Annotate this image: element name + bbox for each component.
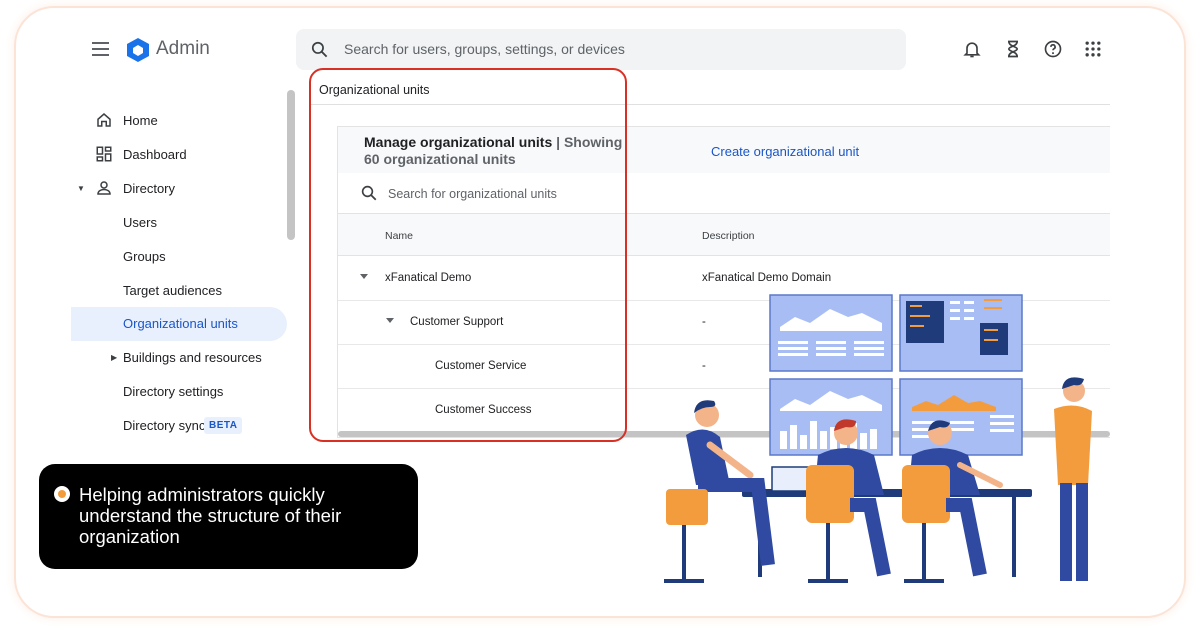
sidebar-item-label: Home — [123, 113, 158, 128]
search-placeholder: Search for users, groups, settings, or d… — [344, 41, 625, 57]
menu-icon[interactable] — [92, 42, 109, 56]
sidebar-item-label: Directory sync — [123, 418, 206, 433]
create-org-unit-link[interactable]: Create organizational unit — [711, 144, 859, 159]
sidebar-item-label: Buildings and resources — [123, 350, 262, 365]
admin-logo-icon — [127, 38, 149, 62]
monitor-wall — [769, 294, 1023, 456]
notifications-icon[interactable] — [962, 39, 982, 59]
global-search-input[interactable]: Search for users, groups, settings, or d… — [296, 29, 906, 70]
dashboard-icon — [96, 146, 112, 162]
caret-down-icon: ▼ — [77, 184, 85, 193]
sidebar-item-home[interactable]: Home — [71, 104, 287, 138]
sidebar-item-dashboard[interactable]: Dashboard — [71, 138, 287, 172]
sidebar-item-label: Directory — [123, 181, 176, 196]
person-icon — [97, 181, 111, 195]
sidebar-item-groups[interactable]: Groups — [71, 240, 287, 274]
feature-callout: Helping administrators quickly understan… — [39, 464, 418, 569]
sidebar-item-organizational-units[interactable]: Organizational units — [71, 307, 287, 341]
home-icon — [97, 113, 111, 127]
org-unit-description: xFanatical Demo Domain — [702, 272, 832, 284]
sidebar-item-target-audiences[interactable]: Target audiences — [71, 274, 287, 308]
sidebar-item-label: Organizational units — [123, 316, 238, 331]
sidebar-item-label: Directory settings — [123, 384, 224, 399]
team-dashboard-illustration — [664, 294, 1092, 583]
sidebar-item-users[interactable]: Users — [71, 206, 287, 240]
sidebar-item-label: Dashboard — [123, 147, 187, 162]
hourglass-icon[interactable] — [1003, 39, 1023, 59]
beta-badge: BETA — [204, 417, 243, 434]
sidebar-item-directory-settings[interactable]: Directory settings — [71, 375, 287, 409]
bullet-icon — [54, 486, 70, 502]
help-icon[interactable] — [1043, 39, 1063, 59]
apps-grid-icon[interactable] — [1083, 39, 1103, 59]
column-header-description[interactable]: Description — [702, 230, 755, 242]
callout-text: Helping administrators quickly understan… — [79, 484, 342, 547]
sidebar-item-directory[interactable]: ▼ Directory — [71, 172, 287, 206]
sidebar-scrollbar[interactable] — [287, 90, 295, 240]
search-icon — [311, 41, 328, 58]
sidebar-item-directory-sync[interactable]: Directory sync BETA — [71, 409, 287, 443]
sidebar-item-label: Users — [123, 215, 157, 230]
sidebar-item-label: Target audiences — [123, 283, 223, 298]
caret-right-icon: ▶ — [111, 353, 118, 362]
sidebar-item-label: Groups — [123, 249, 166, 264]
app-title: Admin — [156, 38, 210, 59]
highlight-outline — [309, 68, 627, 442]
sidebar-item-buildings-and-resources[interactable]: ▶ Buildings and resources — [71, 341, 287, 375]
